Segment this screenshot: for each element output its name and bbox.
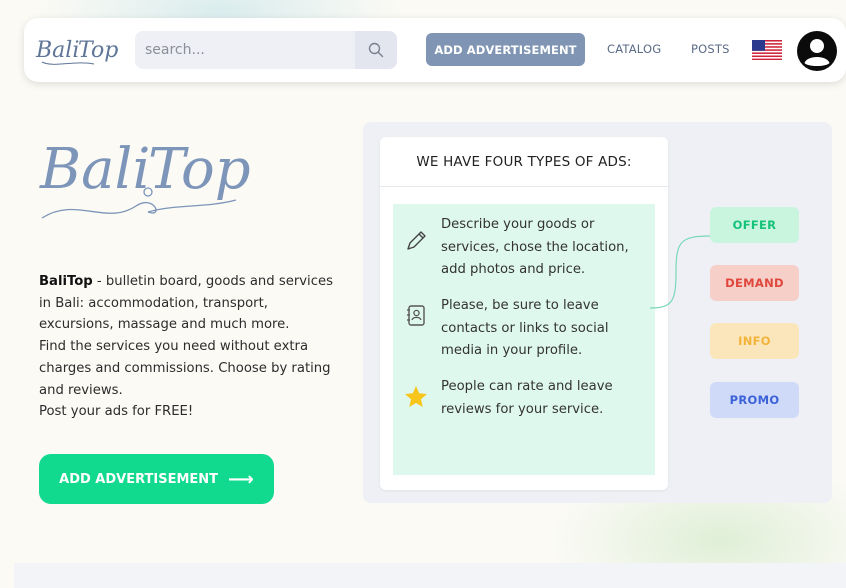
us-flag-icon[interactable]	[752, 40, 782, 60]
svg-text:Top: Top	[78, 38, 118, 63]
pencil-icon	[403, 228, 429, 254]
search-input[interactable]	[135, 31, 353, 69]
contact-card-icon	[403, 303, 429, 329]
feature-text: Please, be sure to leave contacts or lin…	[441, 298, 609, 358]
arrow-right-icon: ⟶	[228, 468, 254, 490]
search-box	[135, 31, 397, 69]
hero-description-line3: Post your ads for FREE!	[39, 404, 194, 420]
hero-add-advertisement-button[interactable]: ADD ADVERTISEMENT ⟶	[39, 454, 274, 504]
star-icon	[403, 384, 429, 410]
search-button[interactable]	[355, 31, 397, 69]
svg-text:Bali: Bali	[35, 38, 79, 63]
ad-features-list: Describe your goods or services, chose t…	[393, 204, 655, 475]
ad-types-title: WE HAVE FOUR TYPES OF ADS:	[380, 137, 668, 187]
add-advertisement-button[interactable]: ADD ADVERTISEMENT	[426, 33, 585, 66]
tag-offer[interactable]: OFFER	[710, 207, 799, 243]
site-logo[interactable]: Bali Top	[34, 30, 118, 70]
ad-types-card: WE HAVE FOUR TYPES OF ADS: Describe your…	[380, 137, 668, 490]
brand-name: BaliTop	[39, 274, 93, 289]
tag-info[interactable]: INFO	[710, 323, 799, 359]
tag-promo[interactable]: PROMO	[710, 382, 799, 418]
top-navbar: Bali Top ADD ADVERTISEMENT CATALOG POSTS	[24, 18, 846, 82]
logo-script-icon: Bali Top	[35, 38, 118, 65]
search-icon	[368, 42, 384, 58]
connector-line	[650, 235, 711, 309]
hero-cta-label: ADD ADVERTISEMENT	[59, 471, 219, 487]
user-avatar-icon[interactable]	[796, 30, 838, 72]
feature-text: Describe your goods or services, chose t…	[441, 217, 629, 277]
bali-top-script-logo-icon: Bali Top	[39, 137, 251, 219]
svg-text:Top: Top	[148, 137, 251, 202]
feature-text: People can rate and leave reviews for yo…	[441, 379, 613, 417]
hero-description-line2: Find the services you need without extra…	[39, 339, 331, 398]
next-section-band	[14, 563, 846, 588]
hero-logo: Bali Top	[36, 122, 256, 232]
svg-text:Bali: Bali	[39, 137, 150, 202]
nav-catalog-link[interactable]: CATALOG	[607, 42, 661, 56]
hero-description: BaliTop - bulletin board, goods and serv…	[39, 271, 345, 423]
tag-demand[interactable]: DEMAND	[710, 265, 799, 301]
nav-posts-link[interactable]: POSTS	[691, 42, 730, 56]
